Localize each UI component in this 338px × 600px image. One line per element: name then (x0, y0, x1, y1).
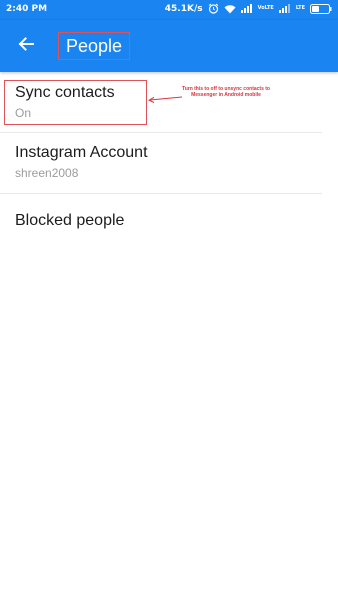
setting-item-blocked-people[interactable]: Blocked people (0, 194, 338, 260)
network-speed: 45.1K/s (164, 3, 203, 14)
status-time: 2:40 PM (6, 4, 48, 14)
signal-icon (240, 4, 253, 13)
signal-icon (278, 4, 291, 13)
highlight-box (4, 80, 147, 125)
setting-title: Blocked people (15, 212, 125, 229)
lte-icon: LTE (295, 5, 305, 11)
annotation-arrow (148, 96, 182, 103)
setting-title: Instagram Account (15, 144, 148, 161)
setting-subtitle: shreen2008 (15, 166, 79, 180)
app-bar: People (0, 20, 338, 72)
setting-item-instagram-account[interactable]: Instagram Account shreen2008 (0, 132, 338, 194)
setting-item-sync-contacts[interactable]: Sync contacts On Turn this to off to uns… (0, 72, 338, 132)
wifi-icon (224, 4, 236, 14)
page-title: People (58, 32, 130, 60)
status-bar: 2:40 PM 45.1K/s VoLTE LTE (0, 0, 338, 20)
settings-list: Sync contacts On Turn this to off to uns… (0, 72, 338, 260)
annotation-text: Turn this to off to unsync contacts to M… (182, 86, 270, 98)
back-button[interactable] (12, 32, 40, 60)
battery-icon (310, 3, 332, 14)
status-icons: 45.1K/s VoLTE LTE (160, 3, 332, 14)
arrow-left-icon (17, 35, 35, 58)
alarm-icon (208, 3, 219, 14)
volte-icon: VoLTE (257, 5, 274, 11)
